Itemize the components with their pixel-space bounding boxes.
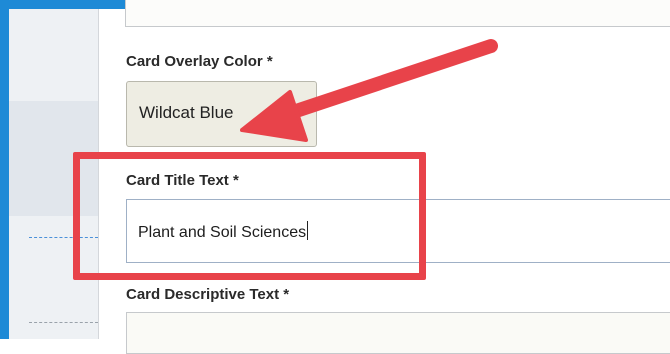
annotation-arrow-icon bbox=[240, 39, 498, 142]
